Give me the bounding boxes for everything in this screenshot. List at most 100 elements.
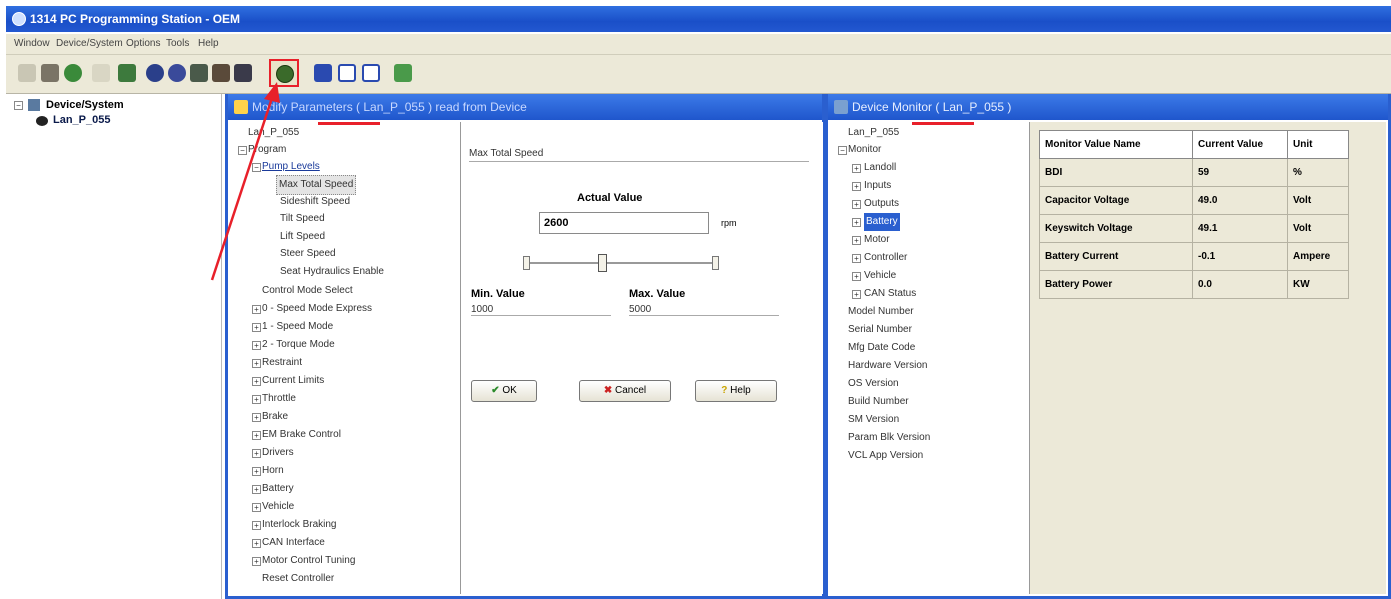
param-tree-item[interactable]: Reset Controller <box>262 570 334 588</box>
param-tree-item[interactable]: Brake <box>262 408 288 426</box>
expand-toggle[interactable]: + <box>852 164 861 173</box>
expand-toggle[interactable]: + <box>252 503 261 512</box>
table-row[interactable]: Keyswitch Voltage 49.1 Volt <box>1039 214 1349 243</box>
tree-root-device-system[interactable]: Device/System <box>46 99 124 111</box>
program-icon[interactable] <box>146 64 164 82</box>
param-tree-item[interactable]: 1 - Speed Mode <box>262 318 333 336</box>
column-header-unit[interactable]: Unit <box>1287 130 1349 159</box>
monitor-info-item[interactable]: VCL App Version <box>848 447 923 465</box>
settings-icon[interactable] <box>118 64 136 82</box>
expand-toggle[interactable]: + <box>252 413 261 422</box>
param-tree-leaf[interactable]: Seat Hydraulics Enable <box>280 263 384 281</box>
monitor-info-item[interactable]: Model Number <box>848 303 914 321</box>
expand-toggle[interactable]: + <box>252 521 261 530</box>
menu-window[interactable]: Window <box>14 38 50 49</box>
param-tree-item[interactable]: Horn <box>262 462 284 480</box>
connect-icon[interactable] <box>18 64 36 82</box>
param-window-titlebar[interactable]: Modify Parameters ( Lan_P_055 ) read fro… <box>228 94 822 120</box>
bookmark-icon[interactable] <box>394 64 412 82</box>
param-tree-leaf[interactable]: Tilt Speed <box>280 210 325 228</box>
monitor-window-titlebar[interactable]: Device Monitor ( Lan_P_055 ) <box>828 94 1388 120</box>
expand-toggle[interactable]: + <box>252 395 261 404</box>
monitor-info-item[interactable]: Hardware Version <box>848 357 927 375</box>
param-tree-item[interactable]: Throttle <box>262 390 296 408</box>
monitor-tree-item[interactable]: Vehicle <box>864 267 896 285</box>
param-tree-item[interactable]: Motor Control Tuning <box>262 552 355 570</box>
monitor-info-item[interactable]: Mfg Date Code <box>848 339 915 357</box>
param-tree-item[interactable]: Control Mode Select <box>262 282 353 300</box>
tree-device-node[interactable]: Lan_P_055 <box>53 114 110 126</box>
pump-levels-toggle[interactable]: − <box>252 163 261 172</box>
column-header-value[interactable]: Current Value <box>1192 130 1288 159</box>
value-slider[interactable] <box>523 254 719 272</box>
expand-toggle[interactable]: + <box>252 467 261 476</box>
table-row[interactable]: Battery Current -0.1 Ampere <box>1039 242 1349 271</box>
monitor-tree-selected[interactable]: Battery <box>864 213 900 231</box>
expand-toggle[interactable]: + <box>252 359 261 368</box>
param-tree-item[interactable]: EM Brake Control <box>262 426 341 444</box>
slider-thumb[interactable] <box>598 254 607 272</box>
highlighted-toolbar-button[interactable] <box>269 59 299 87</box>
expand-toggle[interactable]: + <box>252 449 261 458</box>
param-tree-pump-levels[interactable]: Pump Levels <box>262 158 320 176</box>
param-tree-leaf[interactable]: Lift Speed <box>280 228 325 246</box>
monitor-tree-monitor[interactable]: Monitor <box>848 141 881 159</box>
menu-device-system[interactable]: Device/System <box>56 38 123 49</box>
expand-toggle[interactable]: + <box>252 557 261 566</box>
grid-icon[interactable] <box>338 64 356 82</box>
menu-help[interactable]: Help <box>198 38 219 49</box>
monitor-info-item[interactable]: Serial Number <box>848 321 912 339</box>
expand-toggle[interactable]: + <box>852 200 861 209</box>
monitor-tree-item[interactable]: Landoll <box>864 159 896 177</box>
param-tree-item[interactable]: Battery <box>262 480 294 498</box>
actual-value-input[interactable] <box>539 212 709 234</box>
expand-toggle[interactable]: + <box>852 236 861 245</box>
parameters-icon[interactable] <box>234 64 252 82</box>
param-tree-leaf[interactable]: Steer Speed <box>280 245 336 263</box>
expand-toggle[interactable]: + <box>252 485 261 494</box>
monitor-tree-item[interactable]: Motor <box>864 231 890 249</box>
param-tree-item[interactable]: Interlock Braking <box>262 516 336 534</box>
column-header-name[interactable]: Monitor Value Name <box>1039 130 1193 159</box>
title-bar[interactable]: 1314 PC Programming Station - OEM <box>6 6 1391 32</box>
table-row[interactable]: Capacitor Voltage 49.0 Volt <box>1039 186 1349 215</box>
menu-tools[interactable]: Tools <box>166 38 189 49</box>
param-tree-item[interactable]: Restraint <box>262 354 302 372</box>
expand-toggle[interactable]: + <box>252 431 261 440</box>
monitor-info-item[interactable]: OS Version <box>848 375 899 393</box>
param-tree-item[interactable]: 2 - Torque Mode <box>262 336 335 354</box>
table-row[interactable]: Battery Power 0.0 KW <box>1039 270 1349 299</box>
monitor-tree-item[interactable]: Inputs <box>864 177 891 195</box>
expand-toggle[interactable]: + <box>852 272 861 281</box>
refresh-icon[interactable] <box>64 64 82 82</box>
param-tree-item[interactable]: 0 - Speed Mode Express <box>262 300 372 318</box>
param-tree-root[interactable]: Lan_P_055 <box>248 124 299 142</box>
param-tree-item[interactable]: Current Limits <box>262 372 324 390</box>
monitor-tree-item[interactable]: Controller <box>864 249 907 267</box>
monitor-info-item[interactable]: Build Number <box>848 393 909 411</box>
param-tree-item[interactable]: Vehicle <box>262 498 294 516</box>
expand-toggle[interactable]: + <box>852 290 861 299</box>
log-icon[interactable] <box>212 64 230 82</box>
cancel-button[interactable]: ✖ Cancel <box>579 380 671 402</box>
print-icon[interactable] <box>92 64 110 82</box>
param-tree-item[interactable]: CAN Interface <box>262 534 325 552</box>
monitor-info-item[interactable]: SM Version <box>848 411 899 429</box>
monitor-icon[interactable] <box>168 64 186 82</box>
menu-options[interactable]: Options <box>126 38 160 49</box>
expand-toggle[interactable]: + <box>252 539 261 548</box>
table-row[interactable]: BDI 59 % <box>1039 158 1349 187</box>
expand-toggle[interactable]: + <box>852 218 861 227</box>
monitor-tree-item[interactable]: Outputs <box>864 195 899 213</box>
expand-toggle[interactable]: + <box>252 377 261 386</box>
export-icon[interactable] <box>362 64 380 82</box>
expand-toggle[interactable]: + <box>852 182 861 191</box>
expand-toggle[interactable]: + <box>252 305 261 314</box>
expand-toggle[interactable]: + <box>252 341 261 350</box>
monitor-info-item[interactable]: Param Blk Version <box>848 429 930 447</box>
param-tree-leaf[interactable]: Sideshift Speed <box>280 193 350 211</box>
help-button[interactable]: ? Help <box>695 380 777 402</box>
save-icon[interactable] <box>314 64 332 82</box>
expand-toggle[interactable]: + <box>852 254 861 263</box>
collapse-toggle[interactable]: − <box>14 101 23 110</box>
